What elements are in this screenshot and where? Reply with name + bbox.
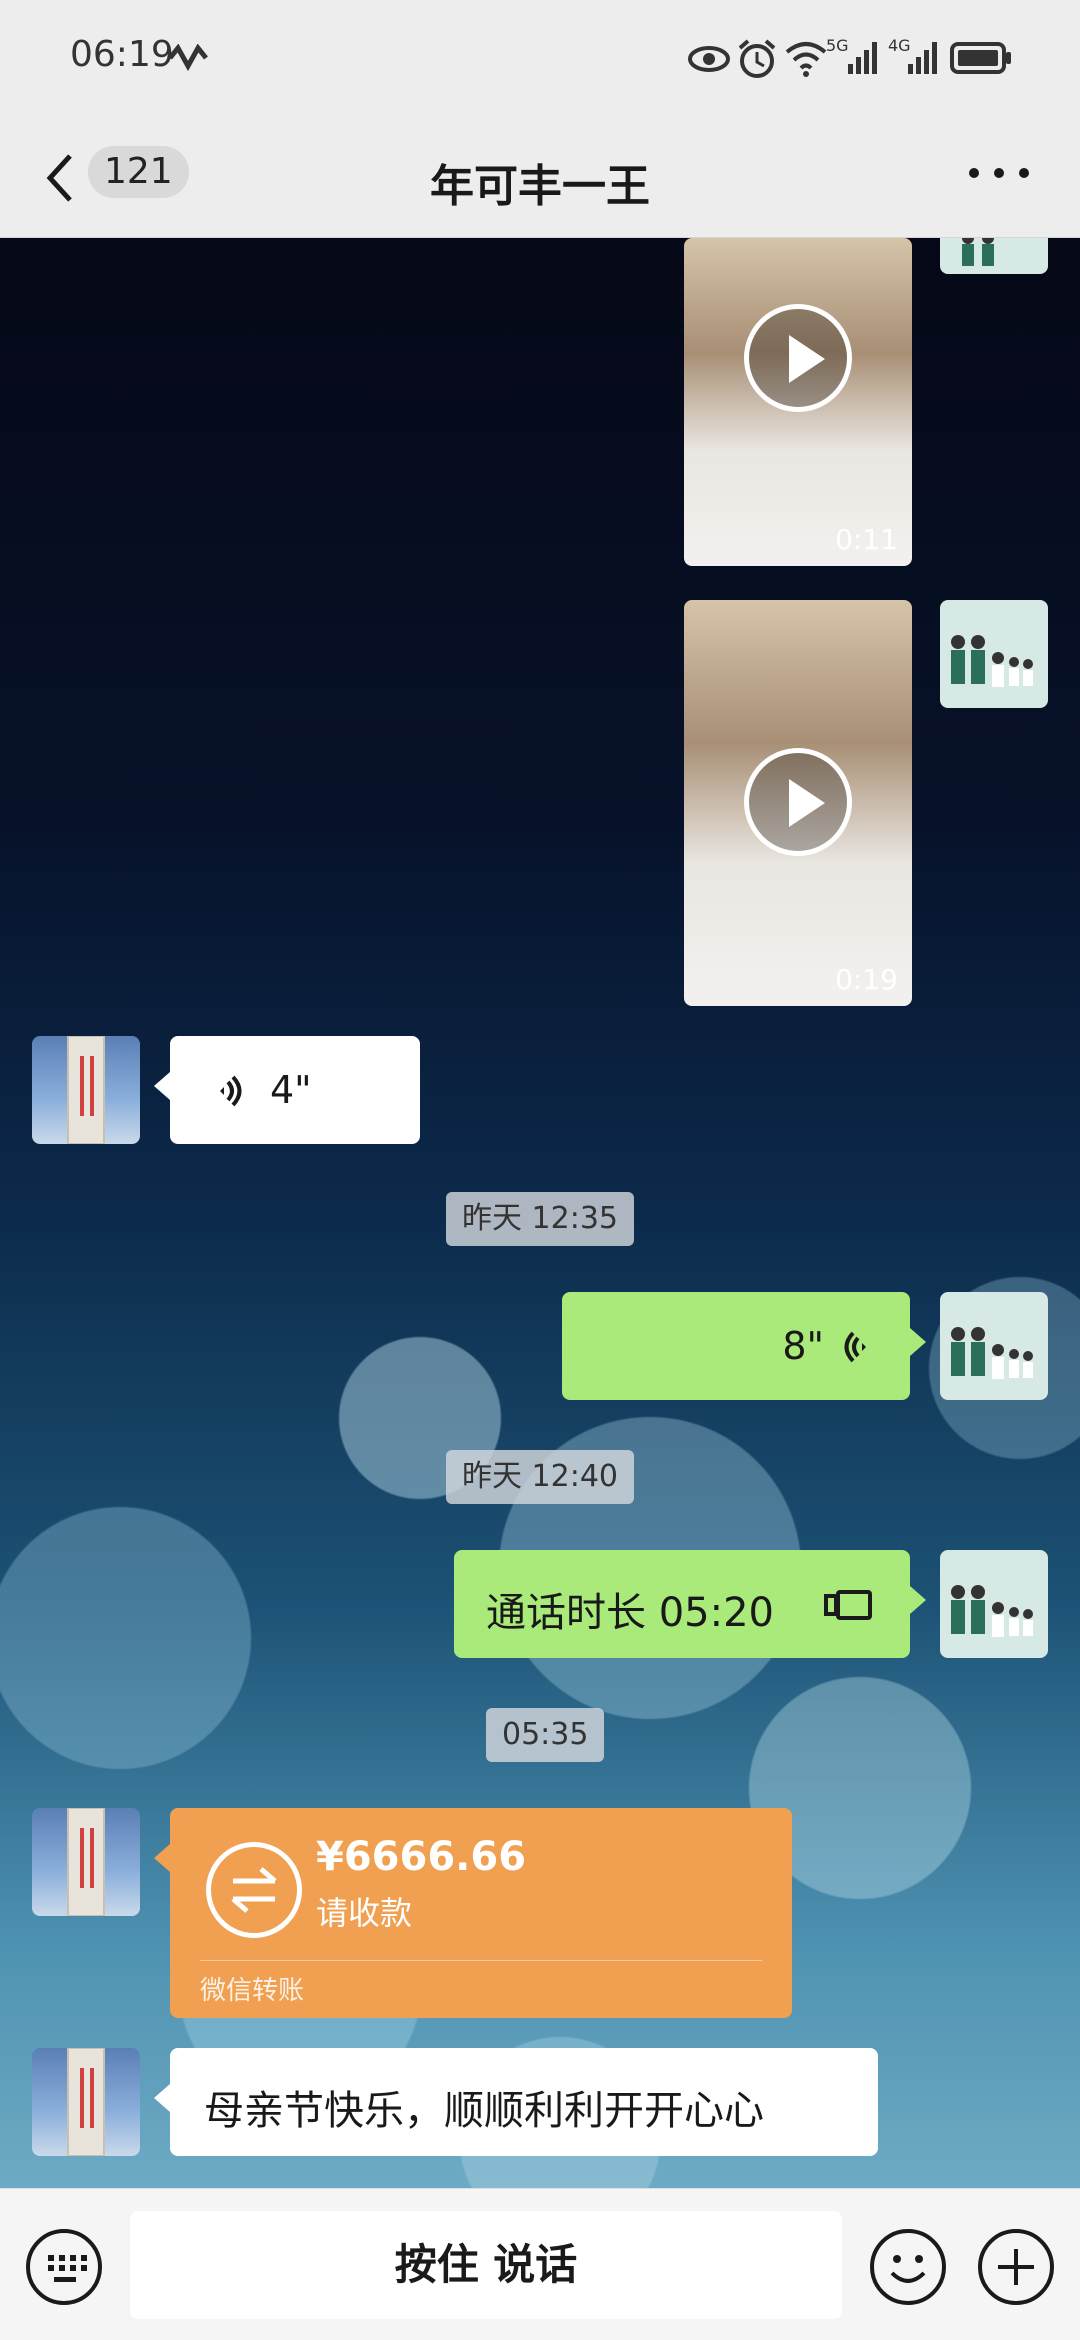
alarm-icon — [738, 39, 776, 78]
voice-duration: 4" — [270, 1068, 312, 1112]
avatar[interactable] — [940, 1550, 1048, 1658]
voice-message[interactable]: 4" — [154, 1036, 420, 1144]
voice-wave-icon — [220, 1075, 242, 1107]
transfer-amount: ¥6666.66 — [316, 1834, 527, 1880]
video-call-icon — [824, 1590, 872, 1620]
play-icon[interactable] — [744, 304, 852, 412]
timestamp: 昨天 12:35 — [446, 1192, 634, 1246]
input-bar: 按住 说话 — [0, 2188, 1080, 2340]
avatar[interactable] — [940, 1292, 1048, 1400]
title-bar: 121 年可丰一王 — [0, 120, 1080, 238]
video-duration: 0:19 — [835, 963, 898, 996]
status-bar: 06:19 5G 4G — [0, 0, 1080, 120]
call-record-message[interactable]: 通话时长 05:20 — [454, 1550, 926, 1658]
plus-icon[interactable] — [978, 2229, 1054, 2305]
hold-to-talk-button[interactable]: 按住 说话 — [130, 2211, 842, 2319]
battery-icon — [950, 42, 1011, 74]
transfer-message[interactable]: ¥6666.66 请收款 微信转账 — [154, 1808, 792, 2018]
video-message[interactable]: 0:19 — [684, 600, 912, 1006]
timestamp: 昨天 12:40 — [446, 1450, 634, 1504]
family-figures-icon — [962, 238, 994, 266]
chat-area[interactable]: 0:11 0:19 4" 昨天 12:35 8" 昨天 12:40 通话时长 0… — [0, 238, 1080, 2188]
family-figures-icon — [951, 1327, 1033, 1379]
keyboard-icon[interactable] — [26, 2229, 102, 2305]
voice-message[interactable]: 8" — [562, 1292, 926, 1400]
transfer-icon — [206, 1842, 302, 1938]
eye-icon — [688, 46, 730, 72]
avatar[interactable] — [940, 600, 1048, 708]
avatar[interactable] — [32, 1036, 140, 1144]
more-horizontal-icon[interactable] — [964, 158, 1034, 188]
tower-icon — [67, 1808, 105, 1916]
video-duration: 0:11 — [835, 523, 898, 556]
divider — [200, 1960, 762, 1961]
transfer-status: 请收款 — [316, 1894, 413, 1932]
chat-title: 年可丰一王 — [430, 161, 650, 212]
tower-icon — [67, 2048, 105, 2156]
voice-duration: 8" — [782, 1324, 824, 1368]
family-figures-icon — [951, 635, 1033, 687]
family-figures-icon — [951, 1585, 1033, 1637]
play-icon[interactable] — [744, 748, 852, 856]
timestamp: 05:35 — [486, 1708, 605, 1762]
video-message[interactable]: 0:11 — [684, 238, 912, 566]
emoji-icon[interactable] — [870, 2229, 946, 2305]
signal-5g-icon — [848, 42, 877, 74]
status-time: 06:19 — [70, 34, 174, 75]
wifi-icon — [785, 42, 827, 77]
signal-4g-icon — [908, 42, 937, 74]
voice-wave-icon — [844, 1331, 866, 1363]
call-duration: 通话时长 05:20 — [486, 1590, 774, 1636]
text-message[interactable]: 母亲节快乐，顺顺利利开开心心 — [154, 2048, 878, 2156]
transfer-label: 微信转账 — [200, 1976, 305, 2006]
tower-icon — [67, 1036, 105, 1144]
avatar[interactable] — [32, 1808, 140, 1916]
avatar[interactable] — [940, 238, 1048, 274]
heart-rate-icon — [168, 44, 208, 72]
avatar[interactable] — [32, 2048, 140, 2156]
message-text: 母亲节快乐，顺顺利利开开心心 — [204, 2088, 764, 2134]
